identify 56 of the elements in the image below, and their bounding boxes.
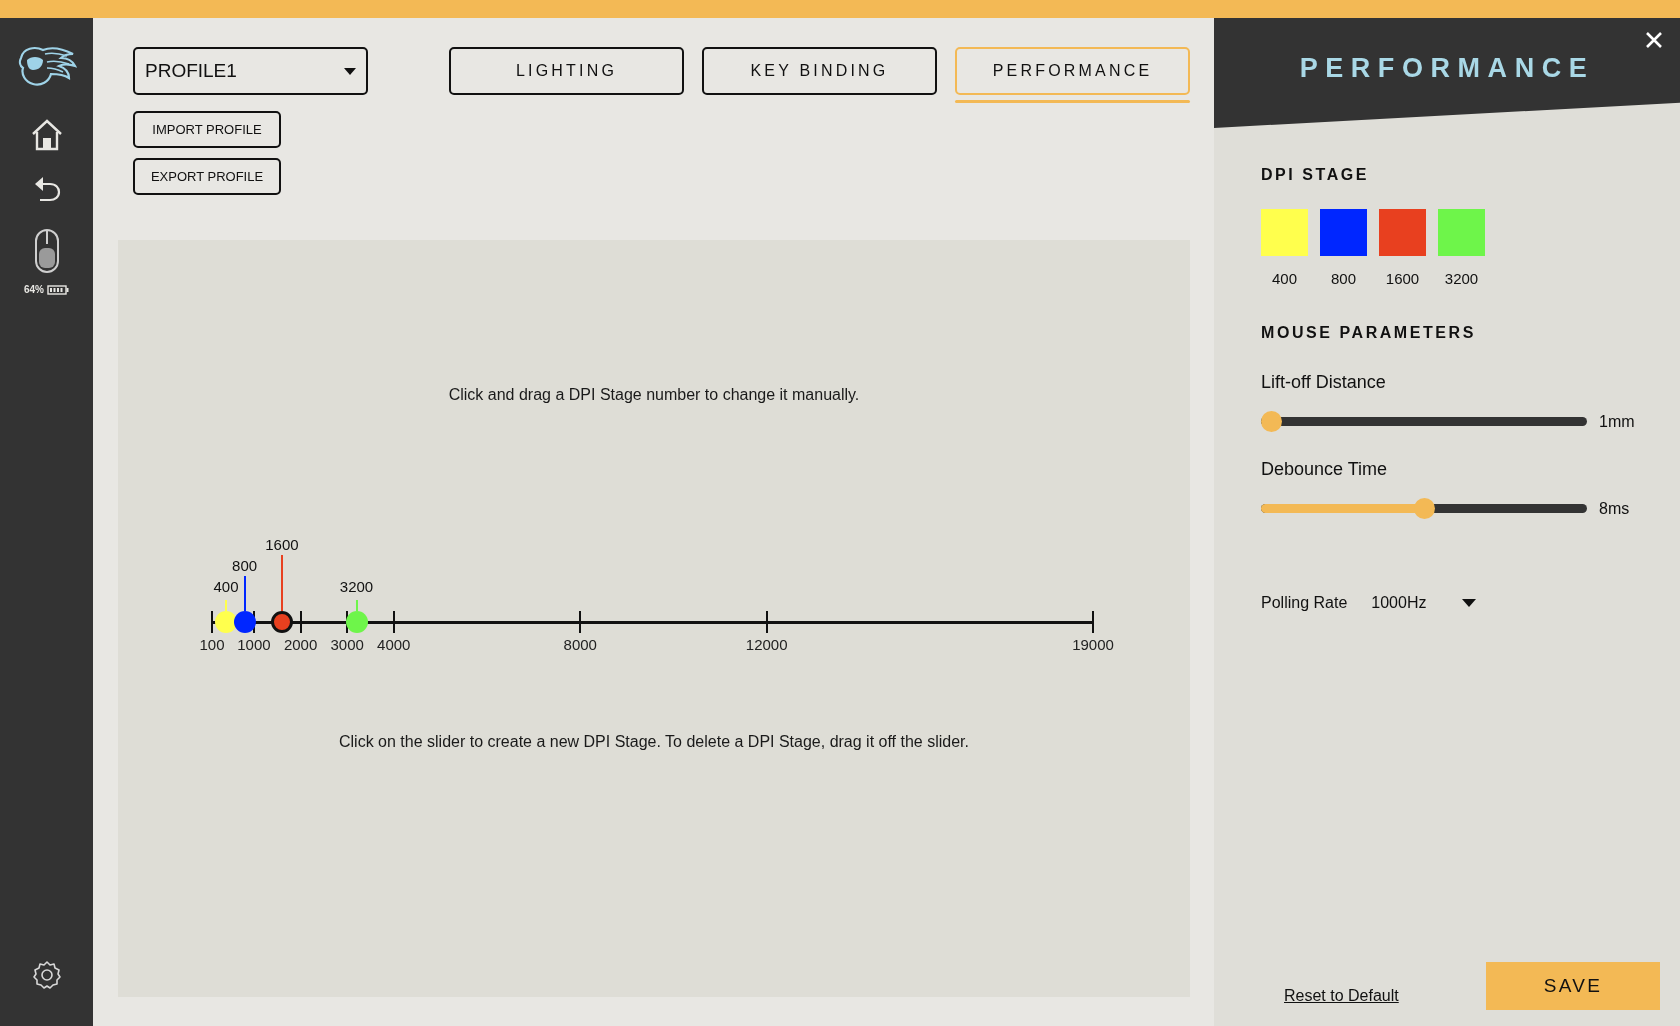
settings-icon[interactable] [31,960,62,990]
polling-rate-dropdown[interactable]: 1000Hz [1371,590,1477,615]
tick-label: 8000 [563,635,597,655]
tick-label: 12000 [745,635,788,655]
stage-label[interactable]: 800 [232,555,258,578]
close-icon [1646,32,1662,48]
tick-label: 4000 [377,635,411,655]
tab[interactable]: LIGHTING [449,47,684,95]
profile-action-button[interactable]: IMPORT PROFILE [133,111,281,148]
stage-label[interactable]: 400 [213,576,239,599]
slider-thumb[interactable] [1413,498,1435,519]
swatch-label: 3200 [1444,269,1479,289]
polling-rate-label: Polling Rate [1261,592,1348,613]
instruction-text: Click and drag a DPI Stage number to change it manually. [448,385,860,405]
battery-icon [47,284,69,295]
dpi-stage-handle[interactable] [345,611,368,633]
instruction-text: Click on the slider to create a new DPI Stage. To delete a DPI Stage, drag it off the slider. [339,732,969,752]
dpi-color-swatch[interactable] [1379,209,1426,256]
parameter-label: Lift-off Distance [1261,370,1387,394]
dpi-color-swatch[interactable] [1438,209,1485,256]
tick-label: 3000 [330,635,364,655]
swatch-label: 800 [1331,269,1356,289]
battery-percent: 64% [24,283,44,297]
swatch-label: 400 [1272,269,1297,289]
tick-label: 2000 [283,635,318,655]
dpi-color-swatch[interactable] [1320,209,1367,256]
slider[interactable] [1261,411,1587,432]
dropdown-caret-icon [344,67,356,75]
stage-label[interactable]: 3200 [339,576,374,599]
reset-to-default-link[interactable]: Reset to Default [1284,984,1399,1008]
dpi-stage-handle[interactable] [233,611,256,633]
swatch-label: 1600 [1385,269,1420,289]
dpi-stage-handle[interactable] [270,611,293,633]
profile-action-button[interactable]: EXPORT PROFILE [133,158,281,195]
parameter-label: Debounce Time [1261,457,1389,481]
tick-label: 100 [199,635,225,655]
panel-title: PERFORMANCE [1299,52,1595,85]
dpi-stage-handle[interactable] [214,611,237,633]
slider-value: 1mm [1599,411,1635,432]
profile-dropdown[interactable]: PROFILE1 [133,47,368,95]
stage-label[interactable]: 1600 [265,534,299,557]
dpi-color-swatch[interactable] [1261,209,1308,256]
slider-thumb[interactable] [1261,411,1282,432]
tick-label: 19000 [1072,635,1114,655]
section-heading: DPI STAGE [1261,165,1371,185]
tab[interactable]: KEY BINDING [702,47,937,95]
dropdown-caret-icon [1462,598,1477,607]
dpi-slider-track[interactable] [212,621,1093,624]
save-button[interactable]: SAVE [1486,962,1660,1010]
tab[interactable]: PERFORMANCE [955,47,1190,95]
slider[interactable] [1261,498,1587,519]
section-heading: MOUSE PARAMETERS [1261,322,1477,343]
mouse-icon[interactable] [33,228,60,274]
tick-label: 1000 [237,635,271,655]
slider-value: 8ms [1599,498,1630,519]
bearded-head-logo-icon [16,44,77,88]
